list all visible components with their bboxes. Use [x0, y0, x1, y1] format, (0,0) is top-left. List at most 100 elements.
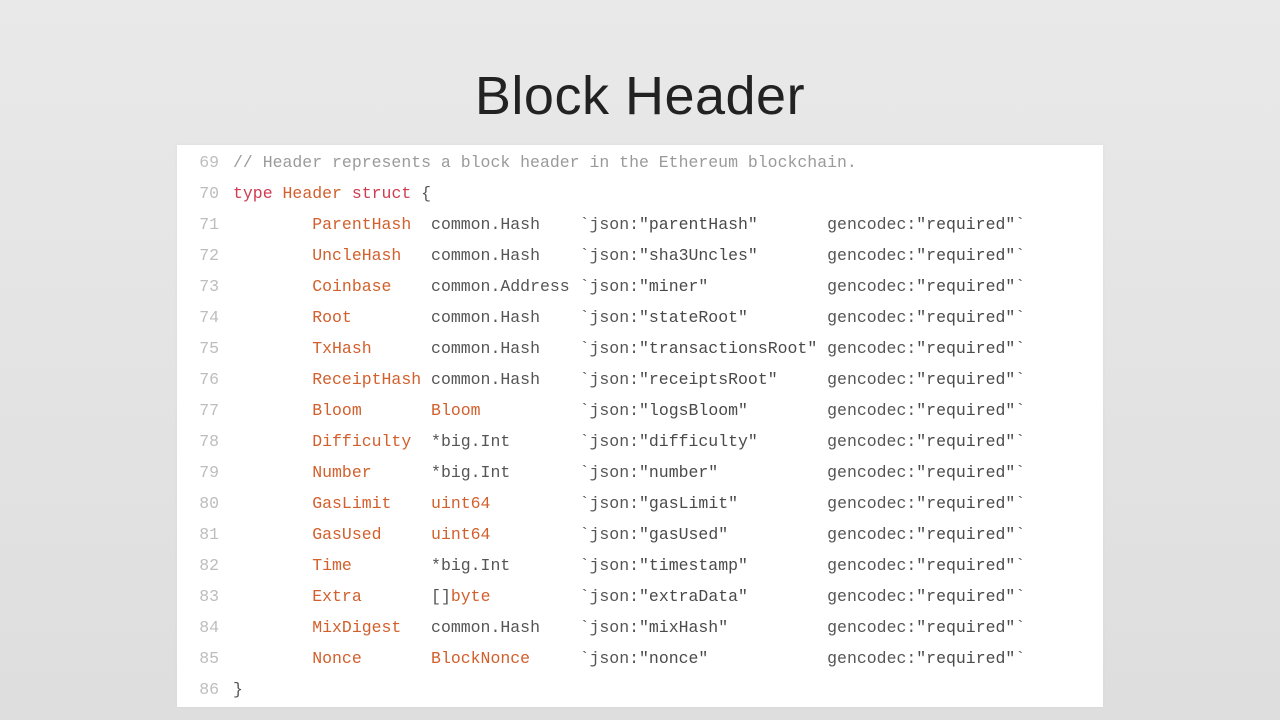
field-type: *big.Int [431, 463, 580, 482]
code-line: 78 Difficulty *big.Int `json:"difficulty… [177, 426, 1103, 457]
line-number: 86 [177, 674, 233, 705]
field-name: MixDigest [312, 618, 431, 637]
code-content: Root common.Hash `json:"stateRoot" genco… [233, 302, 1103, 333]
struct-tag: `json:"miner" gencodec:"required"` [580, 277, 1026, 296]
code-content: TxHash common.Hash `json:"transactionsRo… [233, 333, 1103, 364]
field-type: common.Hash [431, 246, 580, 265]
line-number: 71 [177, 209, 233, 240]
field-type: common.Address [431, 277, 580, 296]
slide: Block Header 69// Header represents a bl… [0, 0, 1280, 720]
line-number: 72 [177, 240, 233, 271]
keyword: struct [352, 184, 411, 203]
struct-tag: `json:"difficulty" gencodec:"required"` [580, 432, 1026, 451]
field-name: ReceiptHash [312, 370, 431, 389]
line-number: 79 [177, 457, 233, 488]
keyword: type [233, 184, 273, 203]
field-name: UncleHash [312, 246, 431, 265]
field-name: Nonce [312, 649, 431, 668]
struct-tag: `json:"logsBloom" gencodec:"required"` [580, 401, 1026, 420]
field-name: Number [312, 463, 431, 482]
code-block: 69// Header represents a block header in… [177, 145, 1103, 707]
code-content: GasLimit uint64 `json:"gasLimit" gencode… [233, 488, 1103, 519]
line-number: 77 [177, 395, 233, 426]
field-type: common.Hash [431, 370, 580, 389]
field-name: Bloom [312, 401, 431, 420]
slide-title: Block Header [0, 65, 1280, 127]
field-type: uint64 [431, 494, 580, 513]
field-type: []byte [431, 587, 580, 606]
line-number: 81 [177, 519, 233, 550]
code-line: 85 Nonce BlockNonce `json:"nonce" gencod… [177, 643, 1103, 674]
field-name: TxHash [312, 339, 431, 358]
field-type: Bloom [431, 401, 580, 420]
field-type: common.Hash [431, 308, 580, 327]
line-number: 70 [177, 178, 233, 209]
code-line: 77 Bloom Bloom `json:"logsBloom" gencode… [177, 395, 1103, 426]
code-content: // Header represents a block header in t… [233, 147, 1103, 178]
field-type: *big.Int [431, 556, 580, 575]
code-content: } [233, 674, 1103, 705]
line-number: 78 [177, 426, 233, 457]
comment: // Header represents a block header in t… [233, 153, 857, 172]
code-content: GasUsed uint64 `json:"gasUsed" gencodec:… [233, 519, 1103, 550]
field-type: common.Hash [431, 618, 580, 637]
field-name: ParentHash [312, 215, 431, 234]
field-name: Coinbase [312, 277, 431, 296]
struct-tag: `json:"gasLimit" gencodec:"required"` [580, 494, 1026, 513]
code-line: 75 TxHash common.Hash `json:"transaction… [177, 333, 1103, 364]
struct-tag: `json:"stateRoot" gencodec:"required"` [580, 308, 1026, 327]
code-content: ParentHash common.Hash `json:"parentHash… [233, 209, 1103, 240]
field-name: Difficulty [312, 432, 431, 451]
code-line: 69// Header represents a block header in… [177, 147, 1103, 178]
field-name: Time [312, 556, 431, 575]
code-content: Extra []byte `json:"extraData" gencodec:… [233, 581, 1103, 612]
struct-tag: `json:"extraData" gencodec:"required"` [580, 587, 1026, 606]
struct-tag: `json:"number" gencodec:"required"` [580, 463, 1026, 482]
code-content: Nonce BlockNonce `json:"nonce" gencodec:… [233, 643, 1103, 674]
code-content: UncleHash common.Hash `json:"sha3Uncles"… [233, 240, 1103, 271]
line-number: 82 [177, 550, 233, 581]
code-line: 76 ReceiptHash common.Hash `json:"receip… [177, 364, 1103, 395]
code-line: 79 Number *big.Int `json:"number" gencod… [177, 457, 1103, 488]
struct-tag: `json:"mixHash" gencodec:"required"` [580, 618, 1026, 637]
line-number: 74 [177, 302, 233, 333]
field-type: BlockNonce [431, 649, 580, 668]
struct-tag: `json:"nonce" gencodec:"required"` [580, 649, 1026, 668]
type-name: Header [283, 184, 342, 203]
line-number: 85 [177, 643, 233, 674]
code-line: 82 Time *big.Int `json:"timestamp" genco… [177, 550, 1103, 581]
line-number: 73 [177, 271, 233, 302]
code-line: 81 GasUsed uint64 `json:"gasUsed" gencod… [177, 519, 1103, 550]
code-line: 86} [177, 674, 1103, 705]
code-content: Coinbase common.Address `json:"miner" ge… [233, 271, 1103, 302]
struct-tag: `json:"gasUsed" gencodec:"required"` [580, 525, 1026, 544]
line-number: 80 [177, 488, 233, 519]
code-line: 84 MixDigest common.Hash `json:"mixHash"… [177, 612, 1103, 643]
code-content: Difficulty *big.Int `json:"difficulty" g… [233, 426, 1103, 457]
field-type: common.Hash [431, 215, 580, 234]
line-number: 83 [177, 581, 233, 612]
line-number: 84 [177, 612, 233, 643]
code-line: 71 ParentHash common.Hash `json:"parentH… [177, 209, 1103, 240]
field-name: Extra [312, 587, 431, 606]
field-type: common.Hash [431, 339, 580, 358]
code-content: MixDigest common.Hash `json:"mixHash" ge… [233, 612, 1103, 643]
struct-tag: `json:"receiptsRoot" gencodec:"required"… [580, 370, 1026, 389]
code-content: Number *big.Int `json:"number" gencodec:… [233, 457, 1103, 488]
code-content: Bloom Bloom `json:"logsBloom" gencodec:"… [233, 395, 1103, 426]
struct-tag: `json:"timestamp" gencodec:"required"` [580, 556, 1026, 575]
struct-tag: `json:"sha3Uncles" gencodec:"required"` [580, 246, 1026, 265]
code-content: Time *big.Int `json:"timestamp" gencodec… [233, 550, 1103, 581]
code-line: 74 Root common.Hash `json:"stateRoot" ge… [177, 302, 1103, 333]
code-line: 72 UncleHash common.Hash `json:"sha3Uncl… [177, 240, 1103, 271]
field-type: *big.Int [431, 432, 580, 451]
field-type: uint64 [431, 525, 580, 544]
code-content: type Header struct { [233, 178, 1103, 209]
field-name: GasUsed [312, 525, 431, 544]
code-content: ReceiptHash common.Hash `json:"receiptsR… [233, 364, 1103, 395]
code-line: 73 Coinbase common.Address `json:"miner"… [177, 271, 1103, 302]
field-name: Root [312, 308, 431, 327]
line-number: 76 [177, 364, 233, 395]
code-line: 83 Extra []byte `json:"extraData" gencod… [177, 581, 1103, 612]
struct-tag: `json:"transactionsRoot" gencodec:"requi… [580, 339, 1026, 358]
